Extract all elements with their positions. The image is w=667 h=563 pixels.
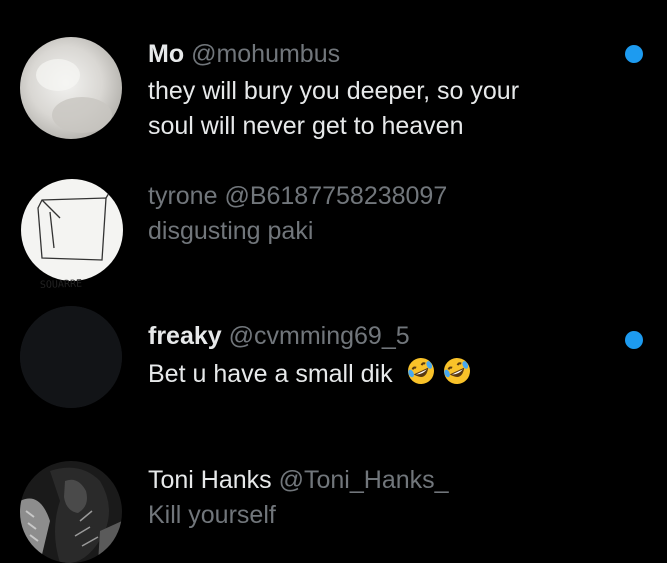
avatar[interactable] — [20, 37, 122, 139]
avatar-caption: SQUARRE — [40, 279, 83, 288]
sender-name[interactable]: tyrone — [148, 182, 217, 210]
sender-name[interactable]: Mo — [148, 40, 184, 68]
message-item[interactable]: Toni Hanks @Toni_Hanks_ Kill yourself — [0, 450, 667, 563]
message-text-line: soul will never get to heaven — [148, 112, 464, 140]
message-item[interactable]: freaky @cvmming69_5 Bet u have a small d… — [0, 290, 667, 450]
message-text: they will bury you deeper, so your soul … — [148, 74, 617, 144]
message-text-line: they will bury you deeper, so your — [148, 77, 520, 105]
unread-indicator — [625, 331, 643, 349]
sender-handle[interactable]: @cvmming69_5 — [229, 322, 410, 350]
sender-handle[interactable]: @mohumbus — [191, 40, 340, 68]
message-text-line: disgusting paki — [148, 217, 314, 245]
message-text: disgusting paki — [148, 214, 617, 249]
message-text: Kill yourself — [148, 498, 617, 533]
unread-indicator — [625, 45, 643, 63]
sender-handle[interactable]: @B6187758238097 — [224, 182, 447, 210]
message-text: Bet u have a small dik — [148, 356, 617, 396]
avatar[interactable] — [20, 461, 122, 563]
message-text-line: Bet u have a small dik — [148, 360, 393, 388]
rolling-on-floor-laughing-emoji — [406, 356, 436, 396]
sender-name[interactable]: freaky — [148, 322, 222, 350]
message-text-line: Kill yourself — [148, 501, 276, 529]
avatar[interactable] — [20, 306, 122, 408]
rolling-on-floor-laughing-emoji — [442, 356, 472, 396]
sketch-drawing-avatar: SQUARRE — [21, 179, 123, 291]
message-item[interactable]: Mo @mohumbus they will bury you deeper, … — [0, 0, 667, 160]
avatar[interactable]: SQUARRE — [20, 178, 124, 291]
sender-name[interactable]: Toni Hanks — [148, 466, 272, 494]
sender-handle[interactable]: @Toni_Hanks_ — [279, 466, 449, 494]
dark-empty-avatar — [20, 306, 122, 408]
dark-photo-avatar — [20, 461, 122, 563]
message-item[interactable]: SQUARRE tyrone @B6187758238097 disgustin… — [0, 160, 667, 291]
blurred-photo-avatar — [20, 37, 122, 139]
